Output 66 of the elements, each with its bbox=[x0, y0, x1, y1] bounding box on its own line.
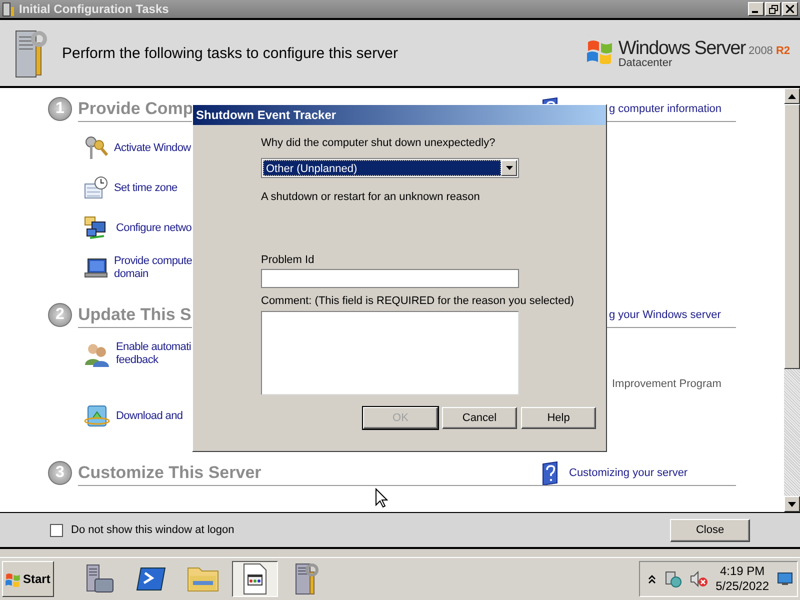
update-icon bbox=[84, 403, 110, 429]
section-heading: Provide Comp bbox=[78, 98, 194, 118]
keys-icon bbox=[84, 135, 108, 161]
computer-icon bbox=[84, 256, 108, 280]
calendar-clock-icon bbox=[84, 176, 108, 200]
task-link[interactable]: Configure netwo bbox=[116, 222, 192, 234]
product-edition: Datacenter bbox=[618, 56, 674, 68]
dialog-button[interactable]: Cancel bbox=[442, 407, 517, 429]
task-link[interactable]: domain bbox=[114, 268, 192, 281]
start-button[interactable]: Start bbox=[2, 561, 54, 597]
reason-description: A shutdown or restart for an unknown reason bbox=[261, 191, 481, 203]
window-title: Initial Configuration Tasks bbox=[19, 2, 170, 16]
task-link[interactable]: Provide compute bbox=[114, 255, 192, 268]
mouse-pointer-icon bbox=[375, 488, 388, 508]
product-release: R2 bbox=[776, 44, 790, 56]
comment-label: Comment: (This field is REQUIRED for the reason you selected) bbox=[261, 295, 576, 307]
help-link[interactable]: g your Windows server bbox=[609, 308, 721, 320]
close-button[interactable] bbox=[782, 2, 798, 16]
product-name: Windows Server bbox=[618, 38, 746, 58]
checkbox[interactable] bbox=[50, 524, 63, 536]
question-label: Why did the computer shut down unexpectedly? bbox=[261, 137, 496, 149]
dialog-button[interactable]: Help bbox=[521, 407, 596, 429]
scroll-up-button[interactable] bbox=[784, 88, 800, 104]
task-description: Improvement Program bbox=[612, 378, 722, 390]
up-arrow-icon bbox=[788, 94, 796, 98]
people-icon bbox=[84, 341, 110, 367]
scroll-down-button[interactable] bbox=[784, 496, 800, 512]
restore-icon bbox=[768, 4, 778, 14]
product-version: 2008 bbox=[748, 44, 773, 56]
document-window-icon bbox=[241, 563, 269, 595]
step-number: 2 bbox=[48, 303, 72, 327]
checkbox-label[interactable]: Do not show this window at logon bbox=[71, 524, 670, 536]
task-link[interactable]: Set time zone bbox=[114, 182, 178, 194]
step-number: 1 bbox=[48, 97, 72, 121]
section-heading: Update This S bbox=[78, 304, 192, 324]
down-arrow-icon bbox=[788, 502, 796, 506]
dropdown-arrow-icon bbox=[506, 166, 512, 170]
step-number: 3 bbox=[48, 461, 72, 485]
reason-dropdown[interactable]: Other (Unplanned) bbox=[261, 158, 519, 178]
windows-flag-icon bbox=[5, 572, 21, 586]
close-button[interactable]: Close bbox=[670, 518, 750, 542]
windows-flag-icon bbox=[586, 38, 614, 64]
minimize-button[interactable] bbox=[748, 2, 764, 16]
help-link[interactable]: g computer information bbox=[609, 102, 722, 114]
dialog-title: Shutdown Event Tracker bbox=[196, 108, 336, 122]
network-icon[interactable] bbox=[664, 570, 682, 588]
header-text: Perform the following tasks to configure this server bbox=[62, 44, 399, 62]
problem-id-label: Problem Id bbox=[261, 254, 316, 266]
scrollbar[interactable] bbox=[784, 88, 800, 512]
task-link[interactable]: Enable automati bbox=[116, 341, 191, 354]
problem-id-field[interactable] bbox=[261, 269, 519, 288]
show-desktop-icon[interactable] bbox=[777, 572, 793, 586]
task-link[interactable]: Download and bbox=[116, 410, 183, 422]
clock-time[interactable]: 4:19 PM bbox=[720, 564, 765, 579]
task-link[interactable]: feedback bbox=[116, 354, 191, 367]
restore-button[interactable] bbox=[765, 2, 781, 16]
close-icon bbox=[786, 5, 794, 13]
task-link[interactable]: Activate Window bbox=[114, 142, 191, 154]
clock-date[interactable]: 5/25/2022 bbox=[716, 579, 769, 594]
chevron-up-icon[interactable] bbox=[648, 574, 656, 584]
help-link[interactable]: Customizing your server bbox=[569, 466, 688, 478]
server-wrench-icon bbox=[2, 2, 16, 16]
comment-field[interactable] bbox=[261, 311, 519, 395]
speaker-muted-icon[interactable] bbox=[690, 570, 708, 588]
section-heading: Customize This Server bbox=[78, 462, 262, 482]
taskbar-app-button[interactable] bbox=[232, 561, 278, 597]
